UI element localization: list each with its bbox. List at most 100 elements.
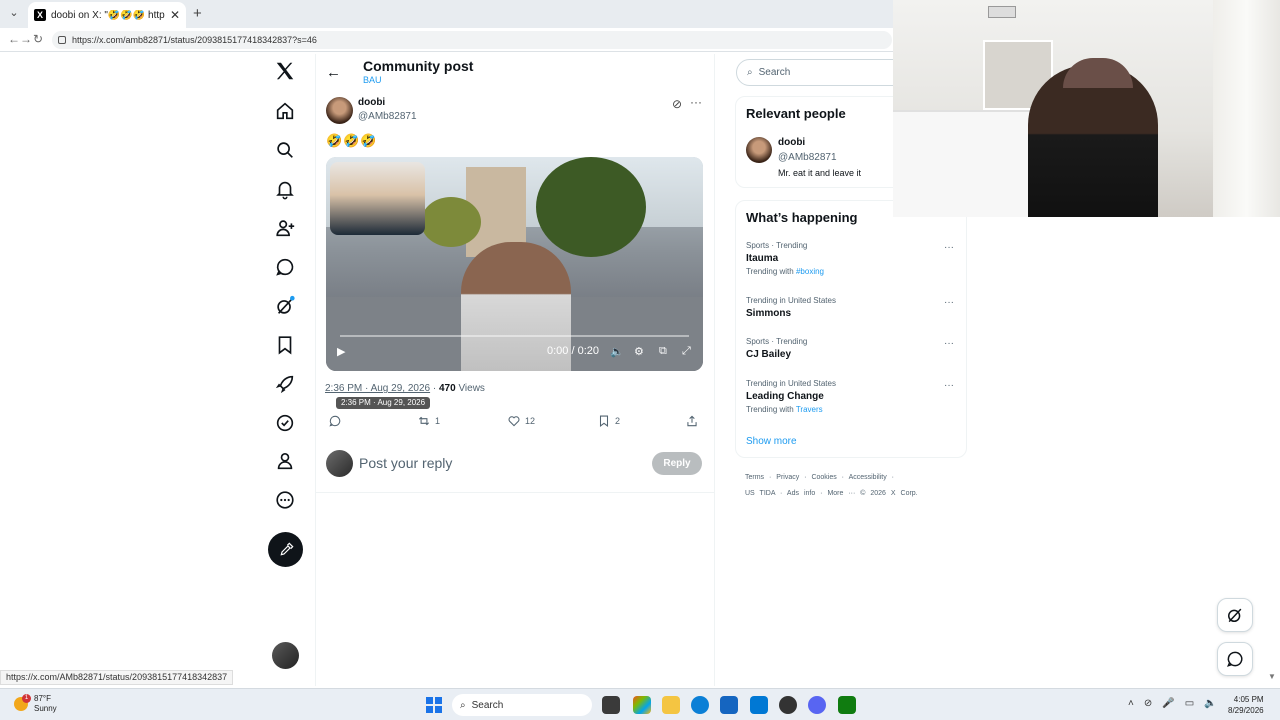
video-tree — [536, 157, 646, 257]
trend-name: Leading Change — [746, 391, 824, 402]
bookmark-button[interactable]: 2 — [597, 414, 620, 428]
repost-button[interactable]: 1 — [417, 414, 440, 428]
new-tab-button[interactable]: + — [193, 5, 202, 22]
edge-icon[interactable] — [691, 696, 709, 714]
whats-happening-card: What’s happening Sports · Trending Itaum… — [735, 200, 967, 458]
browser-tab[interactable]: X doobi on X: "🤣🤣🤣 https://t.co ✕ — [28, 2, 186, 28]
close-tab-icon[interactable]: ✕ — [170, 8, 180, 22]
rocket-icon[interactable] — [274, 373, 296, 395]
relevant-person-handle[interactable]: @AMb82871 — [778, 152, 837, 163]
trend-more-icon[interactable]: ··· — [944, 242, 954, 253]
people-icon[interactable] — [274, 217, 296, 239]
bookmark-icon[interactable] — [274, 334, 296, 356]
taskbar-search[interactable]: ⌕ Search — [452, 694, 592, 716]
author-avatar[interactable] — [326, 97, 353, 124]
post-actions: 1 12 2 — [328, 414, 703, 432]
outlook-icon[interactable] — [750, 696, 768, 714]
grok-icon — [1228, 608, 1242, 623]
author-handle[interactable]: @AMb82871 — [358, 111, 417, 122]
video-controls: ▶ 0:00 / 0:20 🔈 ⚙ ⧉ ⤢ — [326, 343, 703, 365]
start-button[interactable] — [426, 697, 442, 713]
trend-more-icon[interactable]: ··· — [944, 297, 954, 308]
more-circle-icon[interactable] — [274, 489, 296, 511]
post-timestamp[interactable]: 2:36 PM · Aug 29, 2026 — [325, 383, 430, 394]
timestamp-tooltip: 2:36 PM · Aug 29, 2026 — [336, 397, 431, 409]
messages-icon[interactable] — [274, 256, 296, 278]
reply-submit-button[interactable]: Reply — [652, 452, 702, 475]
tab-list-icon[interactable]: ⌄ — [6, 5, 22, 21]
relevant-person-name[interactable]: doobi — [778, 137, 805, 148]
search-icon[interactable] — [274, 139, 296, 161]
video-player[interactable]: ▶ 0:00 / 0:20 🔈 ⚙ ⧉ ⤢ — [326, 157, 703, 371]
trend-more-icon[interactable]: ··· — [944, 380, 954, 391]
trend-item[interactable]: Trending in United States Leading Change… — [746, 379, 956, 414]
taskbar-search-label: Search — [471, 699, 504, 711]
trend-item[interactable]: Trending in United States Simmons — [746, 296, 956, 319]
x-logo[interactable] — [274, 60, 296, 82]
tray-chevron-icon[interactable]: ˄ — [1128, 698, 1134, 709]
volume-icon[interactable]: 🔈 — [610, 345, 624, 358]
url-text: https://x.com/amb82871/status/2093815177… — [72, 35, 317, 45]
show-more-link[interactable]: Show more — [746, 436, 797, 447]
grok-icon[interactable] — [274, 295, 296, 317]
footer-links-line2[interactable]: US TIDA · Ads info · More ··· © 2026 X C… — [745, 490, 918, 497]
profile-icon[interactable] — [274, 450, 296, 472]
search-input[interactable]: ⌕ Search — [736, 59, 906, 86]
column-divider — [714, 54, 715, 686]
play-icon[interactable]: ▶ — [337, 345, 345, 358]
pip-icon[interactable]: ⧉ — [659, 345, 667, 358]
column-divider — [315, 54, 316, 686]
file-explorer-icon[interactable] — [662, 696, 680, 714]
trend-with-value[interactable]: #boxing — [796, 267, 824, 276]
copilot-icon[interactable] — [633, 696, 651, 714]
site-info-icon[interactable] — [58, 36, 66, 44]
trend-item[interactable]: Sports · Trending CJ Bailey — [746, 337, 956, 360]
reload-icon[interactable]: ↻ — [33, 32, 43, 46]
page-title: Community post — [363, 58, 474, 74]
obs-icon[interactable] — [779, 696, 797, 714]
grok-floating-button[interactable] — [1217, 598, 1253, 632]
author-name[interactable]: doobi — [358, 97, 385, 108]
weather-widget[interactable]: 1 87°F Sunny — [14, 694, 57, 714]
mic-icon[interactable]: 🎤 — [1162, 698, 1174, 709]
trend-item[interactable]: Sports · Trending Itauma Trending with #… — [746, 241, 956, 276]
account-avatar[interactable] — [272, 642, 299, 669]
compose-post-button[interactable] — [268, 532, 303, 567]
home-icon[interactable] — [274, 100, 296, 122]
windows-taskbar: 1 87°F Sunny ⌕ Search ˄ ⊘ 🎤 ▭ 🔈 4:05 PM … — [0, 688, 1280, 720]
post-more-icon[interactable]: ··· — [690, 95, 702, 109]
repost-count: 1 — [435, 416, 441, 426]
taskbar-clock[interactable]: 4:05 PM 8/29/2026 — [1228, 694, 1264, 716]
url-bar[interactable]: https://x.com/amb82871/status/2093815177… — [52, 31, 892, 49]
sun-icon: 1 — [14, 694, 31, 711]
trend-with-value[interactable]: Travers — [796, 405, 823, 414]
network-icon[interactable]: ⊘ — [1144, 698, 1152, 709]
settings-icon[interactable]: ⚙ — [634, 345, 644, 358]
volume-tray-icon[interactable]: 🔈 — [1204, 698, 1216, 709]
relevant-person-avatar[interactable] — [746, 137, 772, 163]
discord-icon[interactable] — [808, 696, 826, 714]
grok-explain-icon[interactable]: ⊘ — [672, 97, 682, 111]
bell-icon[interactable] — [274, 178, 296, 200]
reply-button[interactable] — [328, 414, 342, 428]
xbox-icon[interactable] — [838, 696, 856, 714]
back-arrow-icon[interactable]: ← — [326, 64, 341, 81]
trend-more-icon[interactable]: ··· — [944, 338, 954, 349]
scroll-down-arrow-icon[interactable]: ▼ — [1268, 672, 1276, 681]
community-name[interactable]: BAU — [363, 75, 382, 85]
webcam-curtain — [1213, 0, 1280, 217]
fullscreen-icon[interactable]: ⤢ — [682, 345, 691, 358]
forward-icon[interactable]: → — [20, 32, 32, 46]
verified-icon[interactable] — [274, 412, 296, 434]
like-button[interactable]: 12 — [507, 414, 535, 428]
display-icon[interactable]: ▭ — [1185, 698, 1194, 709]
reply-input[interactable]: Post your reply — [359, 455, 452, 471]
store-icon[interactable] — [720, 696, 738, 714]
messages-floating-button[interactable] — [1217, 642, 1253, 676]
task-view-icon[interactable] — [602, 696, 620, 714]
footer-links-line1[interactable]: Terms · Privacy · Cookies · Accessibilit… — [745, 474, 894, 481]
share-button[interactable] — [685, 414, 699, 428]
compose-icon — [280, 541, 294, 555]
video-progress-bar[interactable] — [340, 335, 689, 337]
back-icon[interactable]: ← — [8, 32, 20, 46]
